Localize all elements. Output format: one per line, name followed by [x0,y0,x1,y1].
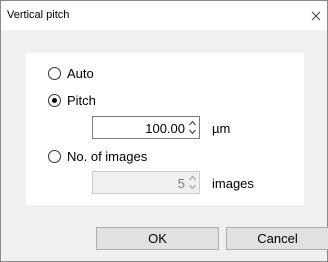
pitch-spinbox[interactable]: 100.00 [92,116,200,139]
pitch-radio-label: Pitch [67,93,96,108]
close-icon [311,11,321,20]
pitch-unit: µm [212,121,231,136]
chevron-down-icon [189,184,196,190]
images-radio-label: No. of images [67,149,148,164]
images-radio[interactable]: No. of images [48,149,147,164]
close-button[interactable] [305,1,327,30]
dialog-title: Vertical pitch [7,9,70,21]
options-panel: Auto Pitch 100.00 µm No. of images 5 ima… [26,53,304,205]
chevron-down-icon [189,129,196,135]
dialog-window: Vertical pitch Auto Pitch 100.00 µm No. … [0,0,328,262]
pitch-spin-arrows[interactable] [187,118,198,137]
auto-radio-circle[interactable] [48,67,61,80]
images-spin-arrows[interactable] [187,173,198,192]
pitch-radio-circle[interactable] [48,94,61,107]
images-radio-circle[interactable] [48,150,61,163]
chevron-up-icon [189,120,196,126]
auto-radio-label: Auto [67,66,94,81]
auto-radio[interactable]: Auto [48,66,94,81]
ok-button[interactable]: OK [96,227,219,250]
cancel-button[interactable]: Cancel [226,227,328,250]
pitch-radio[interactable]: Pitch [48,93,96,108]
chevron-up-icon [189,175,196,181]
pitch-value: 100.00 [145,121,185,136]
images-spinbox[interactable]: 5 [92,171,200,194]
images-value: 5 [177,176,185,191]
images-unit: images [212,176,254,191]
title-bar: Vertical pitch [1,1,327,30]
